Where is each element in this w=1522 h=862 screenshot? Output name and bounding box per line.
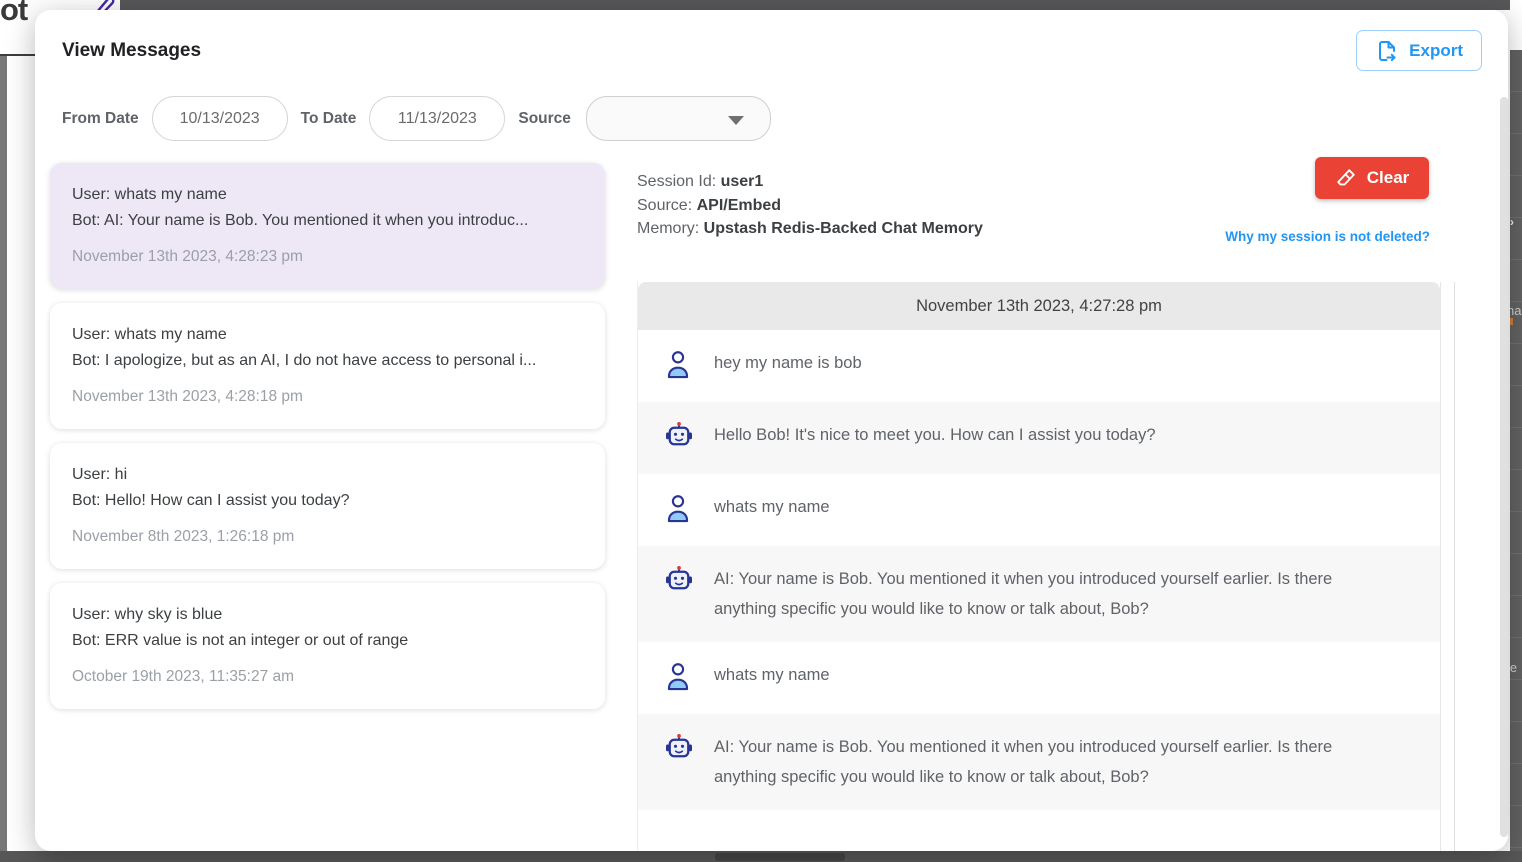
filter-bar: From Date To Date Source bbox=[62, 96, 771, 141]
background-right-strip: › na le bbox=[1510, 50, 1522, 851]
export-button[interactable]: Export bbox=[1356, 30, 1482, 71]
user-avatar-icon bbox=[664, 348, 694, 384]
source-label: Source bbox=[518, 110, 571, 128]
chat-message-row: AI: Your name is Bob. You mentioned it w… bbox=[638, 546, 1440, 642]
background-left-edge bbox=[0, 56, 7, 851]
session-user-preview: User: whats my name bbox=[72, 322, 581, 348]
why-session-not-deleted-link[interactable]: Why my session is not deleted? bbox=[1225, 229, 1430, 244]
background-horizontal-scrollbar[interactable] bbox=[715, 853, 845, 861]
chat-message-text: AI: Your name is Bob. You mentioned it w… bbox=[714, 732, 1394, 792]
chat-message-text: hey my name is bob bbox=[714, 348, 862, 378]
bot-avatar-icon bbox=[664, 564, 694, 600]
session-memory-value: Upstash Redis-Backed Chat Memory bbox=[704, 220, 983, 237]
session-list-item[interactable]: User: whats my name Bot: I apologize, bu… bbox=[50, 303, 605, 429]
session-list-item[interactable]: User: why sky is blue Bot: ERR value is … bbox=[50, 583, 605, 709]
chat-message-text: whats my name bbox=[714, 492, 830, 522]
session-timestamp: November 13th 2023, 4:28:18 pm bbox=[72, 385, 581, 409]
bot-avatar-icon bbox=[664, 420, 694, 456]
bot-avatar-icon bbox=[664, 732, 694, 768]
from-date-input[interactable] bbox=[152, 96, 288, 141]
background-text-fragment: le bbox=[1510, 660, 1517, 675]
chat-message-row: Hello Bob! It's nice to meet you. How ca… bbox=[638, 402, 1440, 474]
chevron-down-icon bbox=[728, 116, 744, 125]
session-source-row: Source: API/Embed bbox=[637, 194, 983, 218]
chat-message-row: whats my name bbox=[638, 642, 1440, 714]
chat-date-header: November 13th 2023, 4:27:28 pm bbox=[638, 282, 1440, 330]
to-date-label: To Date bbox=[301, 110, 357, 128]
source-select[interactable] bbox=[586, 96, 771, 141]
chat-message-text: Hello Bob! It's nice to meet you. How ca… bbox=[714, 420, 1156, 450]
chat-message-row: AI: Your name is Bob. You mentioned it w… bbox=[638, 714, 1440, 810]
session-detail-info: Session Id: user1 Source: API/Embed Memo… bbox=[637, 170, 983, 241]
to-date-input[interactable] bbox=[369, 96, 505, 141]
export-file-icon bbox=[1375, 39, 1399, 63]
chat-rows: hey my name is bob Hello Bob! It's nice … bbox=[638, 330, 1440, 810]
session-list: User: whats my name Bot: AI: Your name i… bbox=[50, 163, 605, 709]
modal-scrollbar-thumb[interactable] bbox=[1500, 97, 1508, 837]
chat-message-text: AI: Your name is Bob. You mentioned it w… bbox=[714, 564, 1394, 624]
user-avatar-icon bbox=[664, 492, 694, 528]
session-user-preview: User: why sky is blue bbox=[72, 602, 581, 628]
eraser-icon bbox=[1335, 167, 1357, 189]
session-memory-row: Memory: Upstash Redis-Backed Chat Memory bbox=[637, 217, 983, 241]
session-id-row: Session Id: user1 bbox=[637, 170, 983, 194]
session-list-item[interactable]: User: hi Bot: Hello! How can I assist yo… bbox=[50, 443, 605, 569]
view-messages-modal: View Messages Export From Date To Date S… bbox=[35, 10, 1508, 851]
session-user-preview: User: hi bbox=[72, 462, 581, 488]
session-list-item[interactable]: User: whats my name Bot: AI: Your name i… bbox=[50, 163, 605, 289]
session-bot-preview: Bot: ERR value is not an integer or out … bbox=[72, 628, 581, 654]
page-title: View Messages bbox=[62, 40, 201, 62]
background-marker bbox=[1510, 318, 1513, 325]
export-button-label: Export bbox=[1409, 41, 1463, 61]
chat-message-text: whats my name bbox=[714, 660, 830, 690]
session-bot-preview: Bot: AI: Your name is Bob. You mentioned… bbox=[72, 208, 581, 234]
session-timestamp: November 13th 2023, 4:28:23 pm bbox=[72, 245, 581, 269]
background-page-title-fragment: ot bbox=[0, 0, 27, 28]
chat-message-row: whats my name bbox=[638, 474, 1440, 546]
session-user-preview: User: whats my name bbox=[72, 182, 581, 208]
session-id-value: user1 bbox=[721, 173, 764, 190]
background-text-fragment: na bbox=[1510, 303, 1521, 318]
clear-button-label: Clear bbox=[1367, 168, 1410, 188]
background-top-strip bbox=[120, 0, 1510, 10]
chat-transcript: November 13th 2023, 4:27:28 pm hey my na… bbox=[637, 282, 1441, 851]
session-timestamp: October 19th 2023, 11:35:27 am bbox=[72, 665, 581, 689]
session-bot-preview: Bot: I apologize, but as an AI, I do not… bbox=[72, 348, 581, 374]
user-avatar-icon bbox=[664, 660, 694, 696]
chat-message-row: hey my name is bob bbox=[638, 330, 1440, 402]
chat-scrollbar-track bbox=[1454, 282, 1455, 851]
session-bot-preview: Bot: Hello! How can I assist you today? bbox=[72, 488, 581, 514]
clear-button[interactable]: Clear bbox=[1315, 157, 1429, 199]
session-source-value: API/Embed bbox=[697, 197, 781, 214]
session-timestamp: November 8th 2023, 1:26:18 pm bbox=[72, 525, 581, 549]
background-chevron-icon: › bbox=[1510, 215, 1514, 229]
background-bottom-strip bbox=[0, 851, 1522, 862]
from-date-label: From Date bbox=[62, 110, 139, 128]
